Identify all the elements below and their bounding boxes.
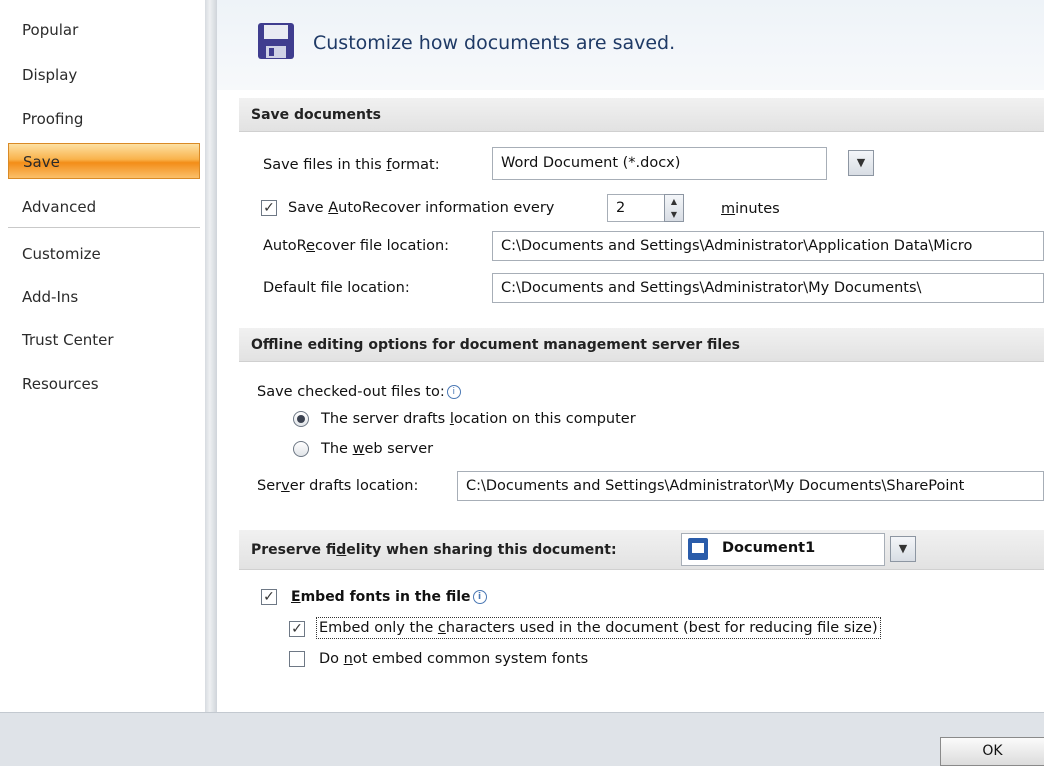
radio-web-server[interactable] xyxy=(293,441,309,457)
autorecover-minutes-input[interactable]: 2 xyxy=(607,194,665,222)
fidelity-document-value: Document1 xyxy=(722,540,816,556)
checkmark-icon: ✓ xyxy=(263,200,275,216)
radio-web-server-label: The web server xyxy=(321,441,434,457)
info-icon[interactable]: i xyxy=(446,385,461,399)
sidebar-item-add-ins[interactable]: Add-Ins xyxy=(8,279,200,315)
page-title: Customize how documents are saved. xyxy=(313,32,676,54)
embed-only-used-chars-checkbox[interactable]: ✓ xyxy=(289,621,305,637)
page-header: Customize how documents are saved. xyxy=(217,0,1044,90)
word-document-icon xyxy=(688,538,708,560)
minutes-label: minutes xyxy=(721,201,780,217)
radio-server-drafts-label: The server drafts location on this compu… xyxy=(321,411,636,427)
section-preserve-fidelity: Preserve fidelity when sharing this docu… xyxy=(239,530,1044,570)
chevron-down-icon: ▼ xyxy=(898,542,908,555)
autorecover-location-input[interactable]: C:\Documents and Settings\Administrator\… xyxy=(492,231,1044,261)
autorecover-location-value: C:\Documents and Settings\Administrator\… xyxy=(501,238,973,254)
save-format-label: Save files in this format: xyxy=(263,157,440,173)
fidelity-document-dropdown-button[interactable]: ▼ xyxy=(890,536,916,562)
default-location-input[interactable]: C:\Documents and Settings\Administrator\… xyxy=(492,273,1044,303)
section-offline-editing: Offline editing options for document man… xyxy=(239,328,1044,362)
embed-only-used-chars-label: Embed only the characters used in the do… xyxy=(316,617,881,639)
sidebar-item-resources[interactable]: Resources xyxy=(8,366,200,402)
options-sidebar: Popular Display Proofing Save Advanced C… xyxy=(0,0,205,712)
sidebar-item-display[interactable]: Display xyxy=(8,57,200,93)
ok-button[interactable]: OK xyxy=(940,737,1044,766)
no-common-fonts-label: Do not embed common system fonts xyxy=(319,651,589,667)
chevron-down-icon: ▼ xyxy=(856,156,866,169)
fidelity-document-select[interactable]: Document1 xyxy=(681,533,885,566)
sidebar-item-popular[interactable]: Popular xyxy=(8,12,200,48)
save-format-value: Word Document (*.docx) xyxy=(501,155,681,171)
sidebar-item-proofing[interactable]: Proofing xyxy=(8,101,200,137)
checkmark-icon: ✓ xyxy=(291,621,303,637)
sidebar-item-advanced[interactable]: Advanced xyxy=(8,189,200,225)
save-checked-out-label: Save checked-out files to: i xyxy=(257,384,461,400)
server-drafts-label: Server drafts location: xyxy=(257,478,419,494)
radio-server-drafts[interactable] xyxy=(293,411,309,427)
section-save-documents: Save documents xyxy=(239,98,1044,132)
info-icon[interactable]: i xyxy=(472,590,487,604)
dialog-footer: OK xyxy=(0,712,1044,766)
sidebar-item-trust-center[interactable]: Trust Center xyxy=(8,322,200,358)
save-format-select[interactable]: Word Document (*.docx) xyxy=(492,147,827,180)
embed-fonts-checkbox[interactable]: ✓ xyxy=(261,589,277,605)
spin-up-icon: ▲ xyxy=(670,197,678,206)
save-floppy-icon xyxy=(258,23,294,59)
sidebar-item-save[interactable]: Save xyxy=(8,143,200,179)
server-drafts-input[interactable]: C:\Documents and Settings\Administrator\… xyxy=(457,471,1044,501)
default-location-value: C:\Documents and Settings\Administrator\… xyxy=(501,280,922,296)
autorecover-location-label: AutoRecover file location: xyxy=(263,238,450,254)
no-common-fonts-checkbox[interactable] xyxy=(289,651,305,667)
autorecover-checkbox[interactable]: ✓ xyxy=(261,200,277,216)
spin-down-icon: ▼ xyxy=(670,210,678,219)
embed-fonts-label: Embed fonts in the file i xyxy=(291,589,487,605)
server-drafts-value: C:\Documents and Settings\Administrator\… xyxy=(466,478,965,494)
default-location-label: Default file location: xyxy=(263,280,410,296)
sidebar-splitter xyxy=(205,0,217,712)
save-options-panel: Customize how documents are saved. Save … xyxy=(217,0,1044,712)
autorecover-minutes-spinner[interactable]: ▲ ▼ xyxy=(664,194,684,222)
autorecover-label: Save AutoRecover information every xyxy=(288,200,555,216)
checkmark-icon: ✓ xyxy=(263,589,275,605)
sidebar-divider xyxy=(8,227,200,228)
sidebar-item-customize[interactable]: Customize xyxy=(8,236,200,272)
save-format-dropdown-button[interactable]: ▼ xyxy=(848,150,874,176)
autorecover-minutes-value: 2 xyxy=(616,200,626,216)
